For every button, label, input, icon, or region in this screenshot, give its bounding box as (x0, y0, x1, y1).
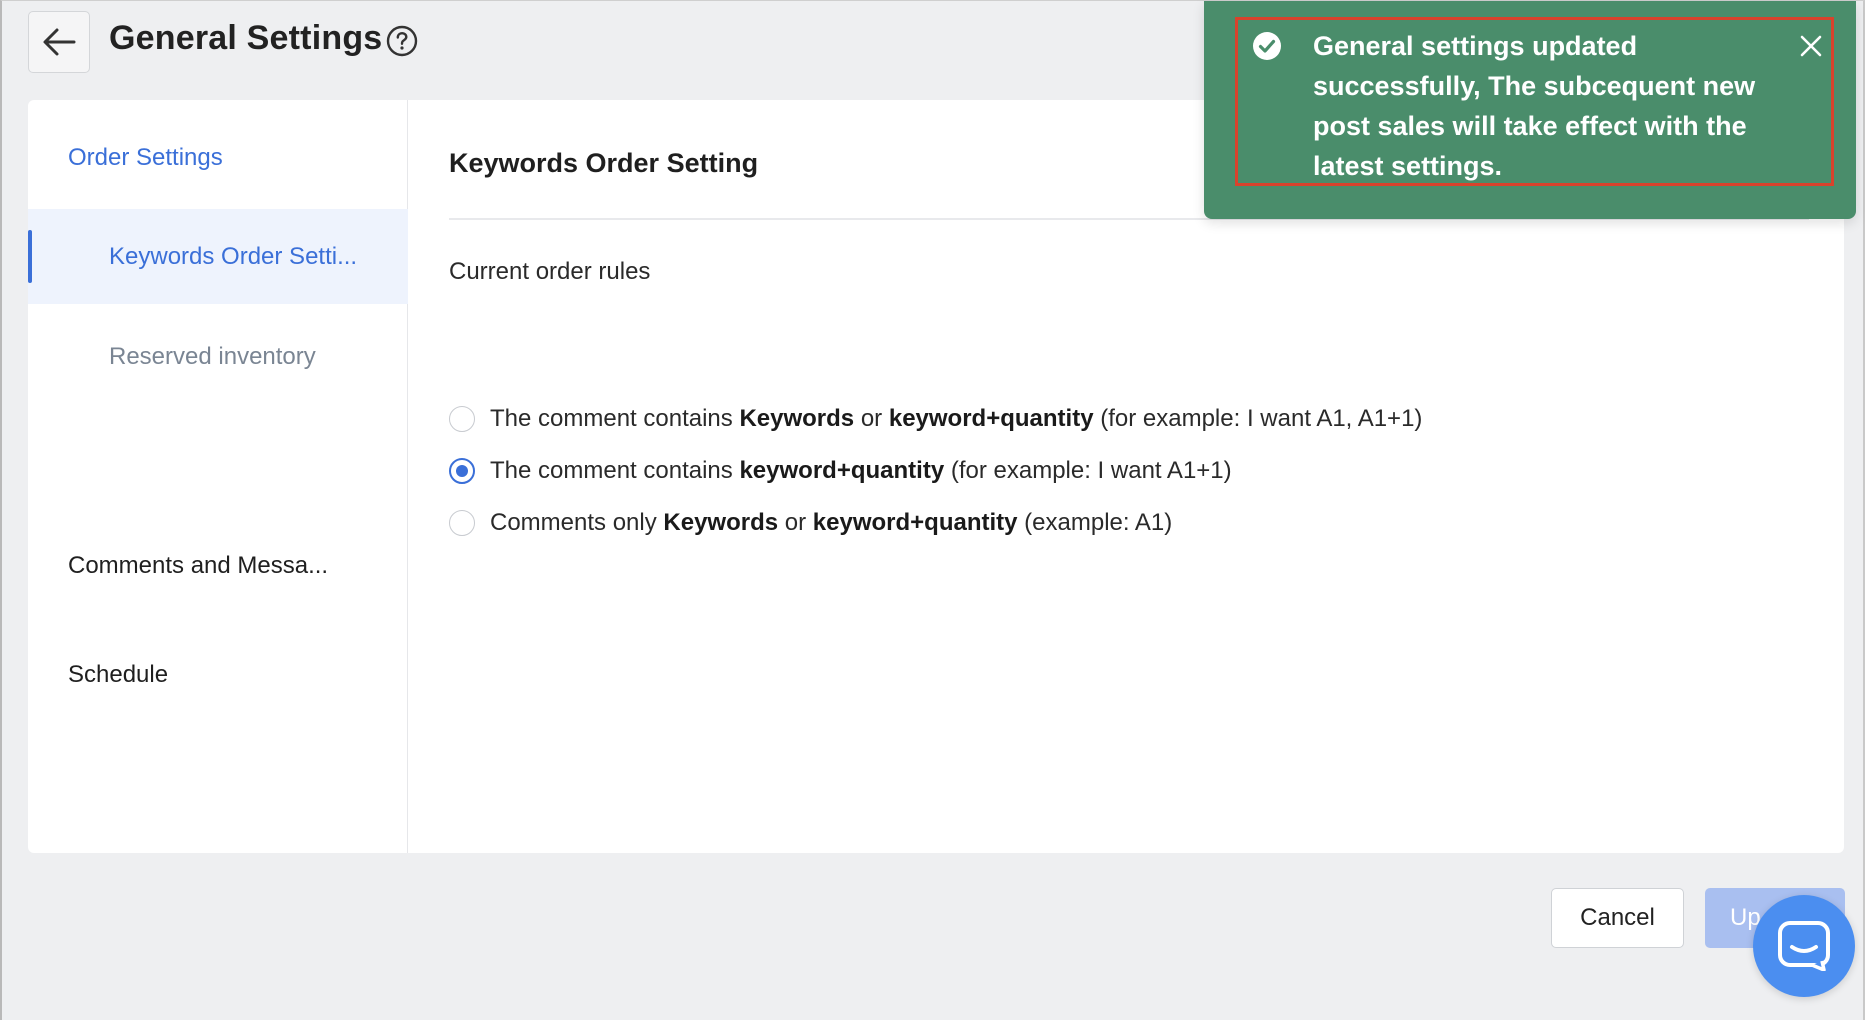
order-rule-option-1[interactable]: The comment contains Keywords or keyword… (449, 405, 1422, 433)
sidebar-item-order-settings[interactable]: Order Settings (68, 138, 388, 178)
close-icon[interactable] (1800, 35, 1822, 57)
success-toast: General settings updated successfully, T… (1204, 1, 1856, 219)
sidebar-item-label: Comments and Messa... (68, 552, 329, 579)
radio-button-selected[interactable] (449, 458, 475, 484)
option-text: Comments only Keywords or keyword+quanti… (490, 509, 1173, 536)
sidebar-item-label: Order Settings (68, 144, 223, 171)
sidebar-item-label: Keywords Order Setti... (109, 242, 358, 270)
rules-label: Current order rules (449, 258, 651, 285)
sidebar-item-label: Reserved inventory (109, 343, 316, 370)
settings-sidebar: Order Settings Keywords Order Setti... R… (28, 100, 408, 853)
sidebar-item-schedule[interactable]: Schedule (28, 650, 408, 700)
section-title: Keywords Order Setting (449, 148, 759, 178)
sidebar-item-label: Schedule (68, 661, 169, 688)
toast-message: General settings updated successfully, T… (1313, 31, 1756, 181)
sidebar-item-comments-and-messages[interactable]: Comments and Messa... (28, 541, 408, 591)
sidebar-item-keywords-order-setting[interactable]: Keywords Order Setti... (28, 209, 408, 304)
app-frame: General Settings Order Settings Keywords… (0, 0, 1865, 1020)
page-title: General Settings (109, 19, 383, 57)
back-button[interactable] (28, 11, 90, 73)
sidebar-item-reserved-inventory[interactable]: Reserved inventory (28, 332, 408, 382)
cancel-button[interactable]: Cancel (1551, 888, 1684, 948)
option-text: The comment contains keyword+quantity (f… (490, 457, 1232, 484)
arrow-left-icon (43, 28, 76, 56)
check-circle-icon (1253, 32, 1281, 60)
option-text: The comment contains Keywords or keyword… (490, 405, 1423, 432)
chat-icon (1778, 921, 1830, 971)
order-rule-option-2[interactable]: The comment contains keyword+quantity (f… (449, 457, 1232, 485)
radio-button[interactable] (449, 510, 475, 536)
radio-button[interactable] (449, 406, 475, 432)
order-rule-option-3[interactable]: Comments only Keywords or keyword+quanti… (449, 509, 1172, 537)
chat-launcher-button[interactable] (1753, 895, 1855, 997)
question-circle-icon[interactable] (386, 25, 418, 57)
